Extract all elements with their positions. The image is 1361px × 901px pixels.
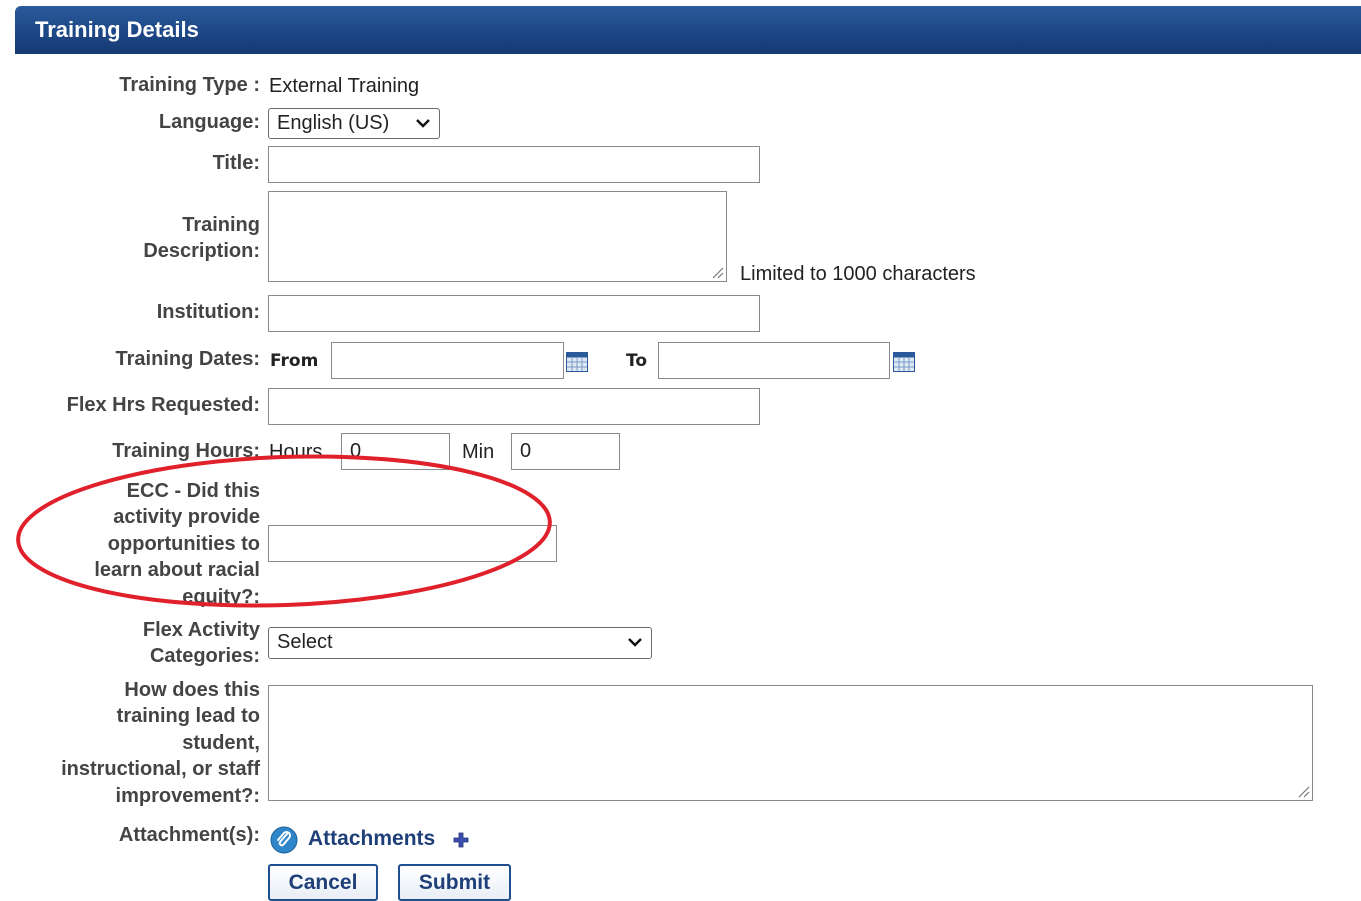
improvement-label-line2: training lead to: [116, 705, 260, 727]
ecc-label-line1: ECC - Did this: [126, 480, 260, 502]
flex-activity-select[interactable]: Select: [268, 627, 652, 659]
date-from-label: From: [270, 351, 319, 371]
description-textarea[interactable]: [268, 191, 727, 282]
date-from-input[interactable]: [331, 342, 564, 379]
date-to-input[interactable]: [658, 342, 890, 379]
flex-activity-label-line2: Categories:: [149, 645, 260, 667]
min-input[interactable]: [511, 433, 620, 470]
training-dates-label: Training Dates:: [115, 348, 260, 370]
training-hours-label: Training Hours:: [112, 440, 260, 462]
resize-grip-icon[interactable]: [1296, 784, 1310, 798]
hours-input[interactable]: [341, 433, 450, 470]
paperclip-icon[interactable]: [270, 826, 298, 854]
submit-button[interactable]: Submit: [398, 864, 511, 901]
improvement-textarea[interactable]: [268, 685, 1313, 801]
min-label: Min: [462, 441, 495, 463]
ecc-input[interactable]: [268, 525, 557, 562]
attachments-label: Attachment(s):: [118, 824, 260, 846]
language-selected-value: English (US): [277, 112, 390, 134]
institution-label: Institution:: [156, 301, 260, 323]
description-label-line2: Description:: [143, 240, 260, 262]
improvement-label-line3: student,: [182, 732, 260, 754]
plus-icon[interactable]: [453, 832, 469, 848]
chevron-down-icon: [628, 638, 642, 647]
ecc-label-line5: equity?:: [182, 586, 260, 608]
language-label: Language:: [158, 111, 260, 133]
language-select[interactable]: English (US): [268, 108, 440, 139]
flex-hrs-input[interactable]: [268, 388, 760, 425]
calendar-icon[interactable]: [566, 352, 588, 372]
training-type-label: Training Type :: [119, 74, 260, 96]
training-type-value: External Training: [269, 75, 420, 97]
flex-hrs-label: Flex Hrs Requested:: [66, 394, 260, 416]
ecc-label-line4: learn about racial: [94, 559, 260, 581]
hours-label: Hours: [269, 441, 323, 463]
description-limit-note: Limited to 1000 characters: [740, 263, 976, 285]
improvement-label-line1: How does this: [124, 679, 260, 701]
attachments-link[interactable]: Attachments: [308, 827, 435, 851]
section-title: Training Details: [35, 17, 199, 42]
ecc-label-line3: opportunities to: [107, 533, 260, 555]
description-label-line1: Training: [182, 214, 260, 236]
date-to-label: To: [626, 351, 648, 371]
calendar-icon[interactable]: [893, 352, 915, 372]
flex-activity-selected-value: Select: [277, 631, 333, 653]
ecc-label-line2: activity provide: [113, 506, 260, 528]
title-label: Title:: [212, 152, 260, 174]
flex-activity-label-line1: Flex Activity: [142, 619, 260, 641]
title-input[interactable]: [268, 146, 760, 183]
resize-grip-icon[interactable]: [710, 265, 724, 279]
section-header: Training Details: [15, 6, 1361, 54]
improvement-label-line5: improvement?:: [115, 785, 260, 807]
chevron-down-icon: [416, 119, 430, 128]
improvement-label-line4: instructional, or staff: [61, 758, 260, 780]
institution-input[interactable]: [268, 295, 760, 332]
cancel-button[interactable]: Cancel: [268, 864, 378, 901]
